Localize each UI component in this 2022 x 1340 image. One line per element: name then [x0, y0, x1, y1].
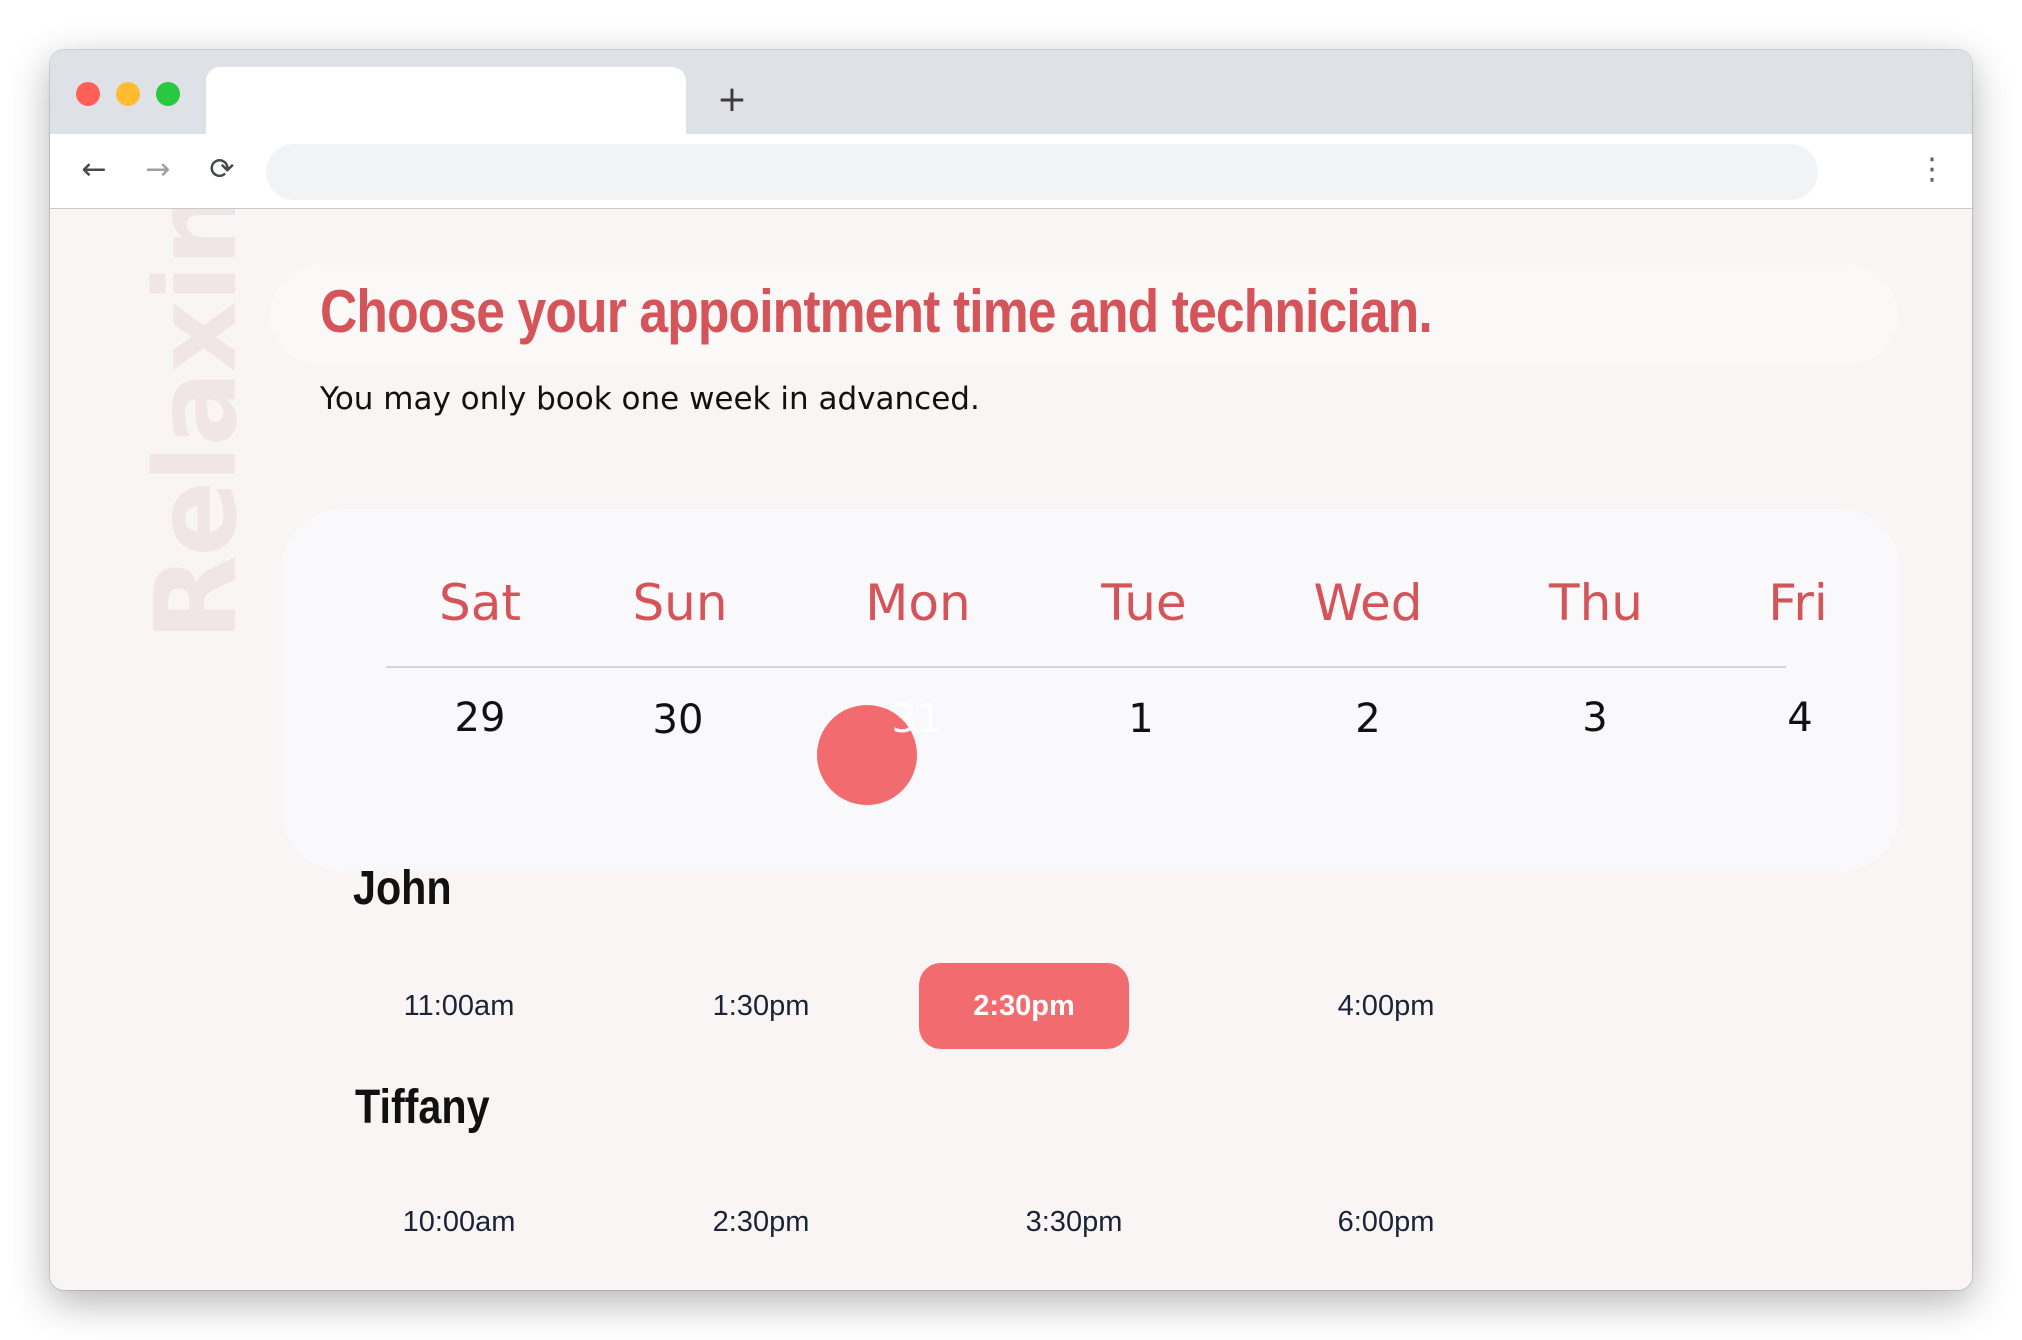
reload-icon[interactable]: ⟳	[200, 148, 244, 192]
address-bar[interactable]	[266, 144, 1818, 200]
page-content: Relaxing Choose your appointment time an…	[50, 209, 1972, 1290]
browser-window: + ← → ⟳ ⋮ Relaxing Choose your appointme…	[50, 50, 1972, 1290]
day-name-fri: Fri	[1768, 574, 1828, 632]
tiffany-slot-1000am[interactable]: 10:00am	[354, 1179, 564, 1265]
new-tab-button[interactable]: +	[710, 78, 754, 122]
day-name-sun: Sun	[632, 574, 728, 632]
page-title: Choose your appointment time and technic…	[320, 278, 1433, 345]
week-calendar	[282, 509, 1900, 871]
john-slot-400pm[interactable]: 4:00pm	[1281, 963, 1491, 1049]
calendar-divider	[386, 666, 1786, 668]
day-29-button[interactable]: 29	[380, 695, 580, 741]
day-3-button[interactable]: 3	[1495, 695, 1695, 741]
browser-toolbar: ← → ⟳ ⋮	[50, 134, 1972, 209]
page-subtitle: You may only book one week in advanced.	[320, 381, 980, 417]
watermark-text: Relaxing	[132, 209, 262, 641]
tiffany-slot-230pm[interactable]: 2:30pm	[656, 1179, 866, 1265]
close-window-button[interactable]	[76, 82, 100, 106]
maximize-window-button[interactable]	[156, 82, 180, 106]
minimize-window-button[interactable]	[116, 82, 140, 106]
day-2-button[interactable]: 2	[1268, 696, 1468, 742]
day-name-thu: Thu	[1549, 574, 1643, 632]
day-name-wed: Wed	[1313, 574, 1423, 632]
technician-name-john: John	[353, 862, 452, 915]
back-arrow-icon[interactable]: ←	[72, 148, 116, 192]
tab-bar: +	[50, 50, 1972, 134]
john-slot-230pm[interactable]: 2:30pm	[919, 963, 1129, 1049]
active-tab[interactable]	[206, 67, 686, 134]
technician-name-tiffany: Tiffany	[355, 1081, 490, 1134]
day-4-button[interactable]: 4	[1700, 695, 1900, 741]
day-1-button[interactable]: 1	[1041, 696, 1241, 742]
day-30-button[interactable]: 30	[578, 697, 778, 743]
john-slot-130pm[interactable]: 1:30pm	[656, 963, 866, 1049]
john-slot-1100am[interactable]: 11:00am	[354, 963, 564, 1049]
tiffany-slot-330pm[interactable]: 3:30pm	[969, 1179, 1179, 1265]
kebab-menu-icon[interactable]: ⋮	[1916, 148, 1948, 192]
tiffany-slot-600pm[interactable]: 6:00pm	[1281, 1179, 1491, 1265]
day-31-button[interactable]: 31	[817, 696, 1017, 742]
forward-arrow-icon[interactable]: →	[136, 148, 180, 192]
day-name-sat: Sat	[439, 574, 521, 632]
day-name-tue: Tue	[1101, 574, 1187, 632]
day-name-mon: Mon	[865, 574, 971, 632]
